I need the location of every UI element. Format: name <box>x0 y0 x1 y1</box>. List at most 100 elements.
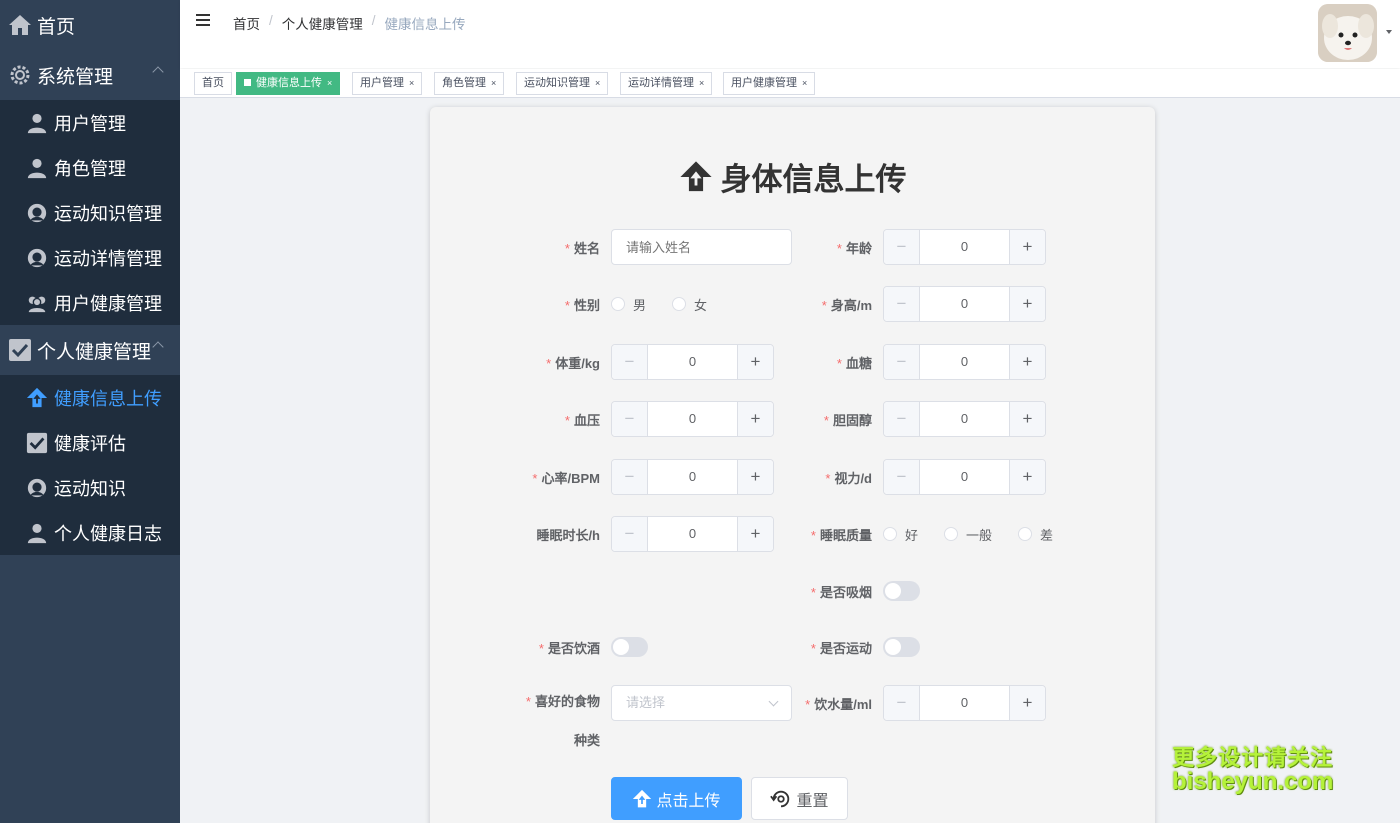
field-age: * 年龄 <box>802 229 872 265</box>
hamburger-icon[interactable] <box>196 14 210 28</box>
stepper-value[interactable]: 0 <box>649 345 736 379</box>
stepper-value[interactable]: 0 <box>921 287 1008 321</box>
radio-sleep-poor[interactable]: 差 <box>1018 525 1053 544</box>
stepper-value[interactable]: 0 <box>649 460 736 494</box>
tag-user-management[interactable]: 用户管理 × <box>352 72 423 95</box>
increment-button[interactable]: + <box>1009 686 1045 720</box>
increment-button[interactable]: + <box>1009 230 1045 264</box>
tag-label: 运动知识管理 <box>524 77 590 89</box>
height-stepper[interactable]: − 0 + <box>883 286 1046 322</box>
close-icon[interactable]: × <box>327 78 332 88</box>
sidebar-item-exercise-knowledge-management[interactable]: 运动知识管理 <box>0 190 180 235</box>
close-icon[interactable]: × <box>409 78 414 88</box>
decrement-button[interactable]: − <box>884 345 920 379</box>
upload-form-card: 身体信息上传 *姓名 *年龄 − 0 + *性别 男 女 *身高/m − 0 + <box>430 107 1155 823</box>
close-icon[interactable]: × <box>595 78 600 88</box>
weight-stepper[interactable]: − 0 + <box>611 344 774 380</box>
close-icon[interactable]: × <box>802 78 807 88</box>
decrement-button[interactable]: − <box>612 345 648 379</box>
sidebar-item-health-log[interactable]: 个人健康日志 <box>0 510 180 555</box>
cholesterol-stepper[interactable]: − 0 + <box>883 401 1046 437</box>
decrement-button[interactable]: − <box>884 686 920 720</box>
drinking-switch[interactable] <box>611 637 648 657</box>
decrement-button[interactable]: − <box>612 402 648 436</box>
field-label: * 体重/kg <box>546 355 600 371</box>
increment-button[interactable]: + <box>737 517 773 551</box>
field-label: * 喜好的食物 <box>525 694 600 709</box>
stepper-value[interactable]: 0 <box>921 460 1008 494</box>
sidebar-item-exercise-knowledge[interactable]: 运动知识 <box>0 465 180 510</box>
decrement-button[interactable]: − <box>612 517 648 551</box>
decrement-button[interactable]: − <box>884 230 920 264</box>
sidebar-group-personal-health[interactable]: 个人健康管理 <box>0 325 180 375</box>
field-label-line2: 种类 <box>573 733 600 748</box>
watermark: 更多设计请关注 bisheyun.com <box>1172 746 1333 794</box>
field-water: * 饮水量/ml <box>802 685 872 721</box>
field-smoking: * 是否吸烟 <box>802 573 920 609</box>
blood-pressure-stepper[interactable]: − 0 + <box>611 401 774 437</box>
name-input[interactable] <box>611 229 792 265</box>
increment-button[interactable]: + <box>737 460 773 494</box>
chevron-up-icon <box>152 341 164 353</box>
tag-exercise-detail-management[interactable]: 运动详情管理 × <box>620 72 713 95</box>
increment-button[interactable]: + <box>737 345 773 379</box>
sidebar-item-user-management[interactable]: 用户管理 <box>0 100 180 145</box>
sidebar-item-user-health-management[interactable]: 用户健康管理 <box>0 280 180 325</box>
radio-sleep-good[interactable]: 好 <box>883 525 918 544</box>
increment-button[interactable]: + <box>737 402 773 436</box>
sleep-hours-stepper[interactable]: − 0 + <box>611 516 774 552</box>
breadcrumb-item[interactable]: 个人健康管理 <box>282 13 363 33</box>
caret-down-icon[interactable] <box>1386 30 1392 34</box>
sidebar-item-health-assessment[interactable]: 健康评估 <box>0 420 180 465</box>
sidebar-item-home[interactable]: 首页 <box>0 0 180 50</box>
heart-rate-stepper[interactable]: − 0 + <box>611 459 774 495</box>
vision-stepper[interactable]: − 0 + <box>883 459 1046 495</box>
sidebar-item-exercise-detail-management[interactable]: 运动详情管理 <box>0 235 180 280</box>
close-icon[interactable]: × <box>491 78 496 88</box>
decrement-button[interactable]: − <box>612 460 648 494</box>
sidebar-item-label: 运动知识 <box>54 478 126 499</box>
sidebar-item-label: 运动知识管理 <box>54 203 162 224</box>
chevron-up-icon <box>152 66 164 78</box>
group-icon <box>28 296 46 312</box>
radio-sleep-average[interactable]: 一般 <box>944 525 992 544</box>
tag-health-upload[interactable]: 健康信息上传 × <box>236 72 341 95</box>
increment-button[interactable]: + <box>1009 345 1045 379</box>
decrement-button[interactable]: − <box>884 287 920 321</box>
decrement-button[interactable]: − <box>884 460 920 494</box>
decrement-button[interactable]: − <box>884 402 920 436</box>
radio-male[interactable]: 男 <box>611 295 646 314</box>
reset-button[interactable]: 重置 <box>751 777 848 820</box>
close-icon[interactable]: × <box>699 78 704 88</box>
submit-button[interactable]: 点击上传 <box>611 777 742 820</box>
sidebar-group-system[interactable]: 系统管理 <box>0 50 180 100</box>
avatar[interactable] <box>1318 4 1377 62</box>
field-label: 睡眠时长/h <box>536 527 600 543</box>
tag-role-management[interactable]: 角色管理 × <box>434 72 505 95</box>
breadcrumb-item[interactable]: 首页 <box>233 13 260 33</box>
stepper-value[interactable]: 0 <box>649 402 736 436</box>
stepper-value[interactable]: 0 <box>921 230 1008 264</box>
age-stepper[interactable]: − 0 + <box>883 229 1046 265</box>
blood-sugar-stepper[interactable]: − 0 + <box>883 344 1046 380</box>
exercise-switch[interactable] <box>883 637 920 657</box>
breadcrumb-separator: / <box>269 13 273 28</box>
smoking-switch[interactable] <box>883 581 920 601</box>
sidebar-item-role-management[interactable]: 角色管理 <box>0 145 180 190</box>
field-label: * 性别 <box>564 297 600 313</box>
tag-label: 健康信息上传 <box>256 77 322 89</box>
tag-exercise-knowledge-management[interactable]: 运动知识管理 × <box>516 72 609 95</box>
stepper-value[interactable]: 0 <box>921 402 1008 436</box>
increment-button[interactable]: + <box>1009 402 1045 436</box>
tag-home[interactable]: 首页 <box>194 72 232 95</box>
stepper-value[interactable]: 0 <box>921 686 1008 720</box>
stepper-value[interactable]: 0 <box>649 517 736 551</box>
water-stepper[interactable]: − 0 + <box>883 685 1046 721</box>
stepper-value[interactable]: 0 <box>921 345 1008 379</box>
food-select[interactable]: 请选择 <box>611 685 792 721</box>
increment-button[interactable]: + <box>1009 287 1045 321</box>
sidebar-item-health-upload[interactable]: 健康信息上传 <box>0 375 180 420</box>
tag-user-health-management[interactable]: 用户健康管理 × <box>723 72 816 95</box>
increment-button[interactable]: + <box>1009 460 1045 494</box>
radio-female[interactable]: 女 <box>672 295 707 314</box>
